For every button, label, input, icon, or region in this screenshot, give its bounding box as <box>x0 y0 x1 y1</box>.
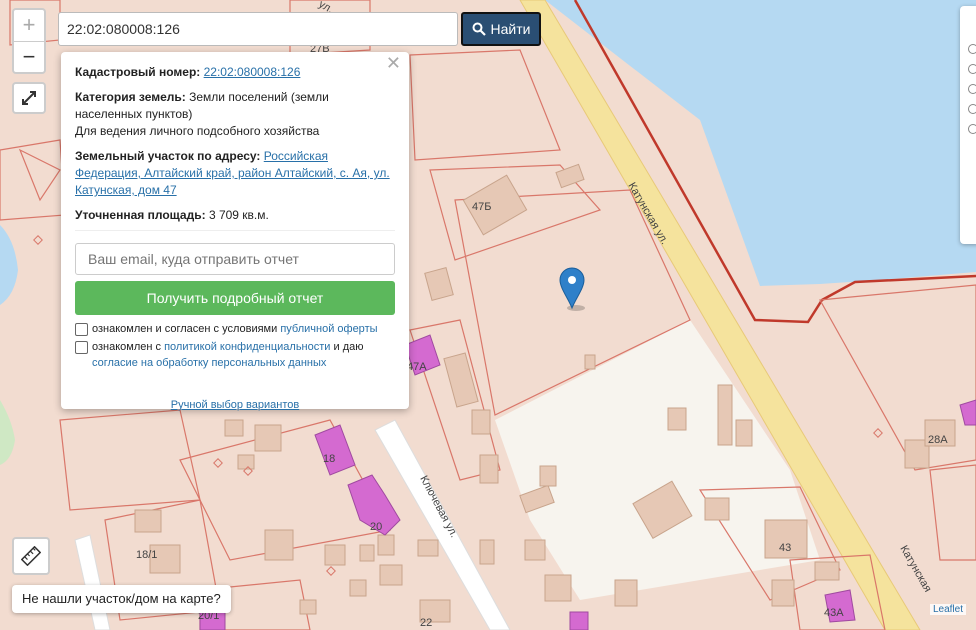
house-label: 47А <box>407 361 427 373</box>
house-label: 43 <box>779 542 791 554</box>
privacy-consent-checkbox[interactable] <box>75 341 88 354</box>
leaflet-attribution-link[interactable]: Leaflet <box>929 604 966 615</box>
search-icon <box>472 22 486 36</box>
house-label: 18 <box>323 453 335 465</box>
layer-radio[interactable] <box>968 124 976 134</box>
ruler-icon <box>21 546 41 566</box>
usage-value: Для ведения личного подсобного хозяйства <box>75 124 320 138</box>
cadastral-link[interactable]: 22:02:080008:126 <box>204 65 301 79</box>
offer-consent-checkbox[interactable] <box>75 323 88 336</box>
fullscreen-button[interactable] <box>12 82 46 114</box>
cadastral-row: Кадастровый номер: 22:02:080008:126 <box>75 64 395 81</box>
area-value: 3 709 кв.м. <box>208 208 269 222</box>
house-label: 28А <box>928 434 948 446</box>
address-label: Земельный участок по адресу: <box>75 149 261 163</box>
search-button[interactable]: Найти <box>461 12 541 46</box>
parcel-info-popup: ✕ Кадастровый номер: 22:02:080008:126 Ка… <box>61 52 409 411</box>
zoom-control: + − <box>12 8 46 74</box>
email-field[interactable] <box>75 243 395 275</box>
get-report-button[interactable]: Получить подробный отчет <box>75 281 395 315</box>
privacy-policy-link[interactable]: политикой конфиденциальности <box>164 341 330 353</box>
search-button-label: Найти <box>490 21 531 37</box>
category-row: Категория земель: Земли поселений (земли… <box>75 89 395 140</box>
personal-data-consent-link[interactable]: согласие на обработку персональных данны… <box>92 357 326 369</box>
cadastral-label: Кадастровый номер: <box>75 65 201 79</box>
layer-radio[interactable] <box>968 84 976 94</box>
house-label: 43А <box>824 607 844 619</box>
offer-link[interactable]: публичной оферты <box>280 323 377 335</box>
area-row: Уточненная площадь: 3 709 кв.м. <box>75 207 395 224</box>
address-row: Земельный участок по адресу: Российская … <box>75 148 395 199</box>
privacy-consent-and: и даю <box>333 341 364 353</box>
not-found-button[interactable]: Не нашли участок/дом на карте? <box>12 585 231 613</box>
house-label: 20 <box>370 521 382 533</box>
expand-icon <box>22 91 36 105</box>
category-label: Категория земель: <box>75 90 186 104</box>
house-label: 18/1 <box>136 549 157 561</box>
manual-selection-link[interactable]: Ручной выбор вариантов <box>171 399 299 411</box>
house-label: 22 <box>420 617 432 629</box>
offer-consent-checkbox-row: ознакомлен и согласен с условиями публич… <box>75 321 395 337</box>
offer-consent-text: ознакомлен и согласен с условиями <box>92 323 278 335</box>
zoom-in-button[interactable]: + <box>14 10 44 42</box>
zoom-out-button[interactable]: − <box>14 42 44 73</box>
close-icon[interactable]: ✕ <box>386 54 401 72</box>
manual-selection-row: Ручной выбор вариантов <box>75 397 395 414</box>
area-label: Уточненная площадь: <box>75 208 206 222</box>
search-input[interactable] <box>58 12 458 46</box>
layers-panel[interactable] <box>960 6 976 244</box>
layer-radio[interactable] <box>968 104 976 114</box>
privacy-consent-checkbox-row: ознакомлен с политикой конфиденциальност… <box>75 339 395 371</box>
house-label: 47Б <box>472 201 491 213</box>
privacy-consent-text: ознакомлен с <box>92 341 162 353</box>
layer-radio[interactable] <box>968 44 976 54</box>
measure-button[interactable] <box>12 537 50 575</box>
layer-radio[interactable] <box>968 64 976 74</box>
